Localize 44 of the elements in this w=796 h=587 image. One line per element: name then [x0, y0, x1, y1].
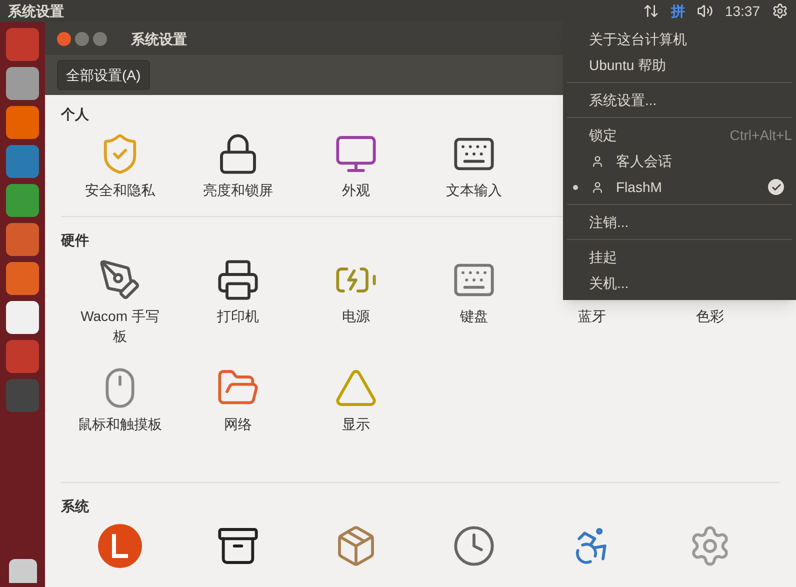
- launcher-app-icon[interactable]: [6, 67, 39, 100]
- menu-item[interactable]: 挂起: [563, 244, 796, 270]
- launcher-app-icon[interactable]: [6, 301, 39, 334]
- settings-item-label[interactable]: Wacom 手写板: [75, 306, 165, 346]
- menu-item[interactable]: 关于这台计算机: [563, 26, 796, 52]
- user-menu-item[interactable]: FlashM: [616, 177, 662, 197]
- clock-icon: [452, 524, 496, 568]
- minimize-button[interactable]: [75, 32, 89, 46]
- settings-item-label[interactable]: 鼠标和触摸板: [75, 414, 165, 434]
- l-logo-icon: [98, 524, 142, 568]
- settings-item-label[interactable]: 安全和隐私: [75, 180, 165, 200]
- settings-item-label[interactable]: 外观: [311, 180, 401, 200]
- settings-item-label[interactable]: 亮度和锁屏: [193, 180, 283, 200]
- printer-icon: [216, 258, 260, 302]
- user-icon: [591, 154, 604, 168]
- section-title: 硬件: [61, 231, 89, 250]
- window-title: 系统设置: [131, 30, 187, 48]
- volume-icon[interactable]: [696, 3, 713, 19]
- menu-item[interactable]: 锁定: [589, 125, 617, 145]
- settings-item-label[interactable]: 打印机: [193, 306, 283, 326]
- settings-item-label[interactable]: 蓝牙: [547, 306, 637, 326]
- settings-item-label[interactable]: 文本输入: [429, 180, 519, 200]
- clock-text[interactable]: 13:37: [724, 1, 760, 21]
- maximize-button[interactable]: [93, 32, 107, 46]
- menu-item[interactable]: Ubuntu 帮助: [563, 52, 796, 78]
- network-icon[interactable]: [642, 3, 659, 19]
- power-gear-icon[interactable]: [772, 3, 788, 19]
- user-icon: [591, 180, 604, 194]
- shortcut-text: Ctrl+Alt+L: [730, 126, 792, 145]
- settings-item-label[interactable]: 色彩: [665, 306, 755, 326]
- section-title: 系统: [61, 497, 89, 516]
- app-title: 系统设置: [8, 2, 64, 21]
- settings-item-label[interactable]: 网络: [193, 414, 283, 434]
- settings-item-label[interactable]: 显示: [311, 414, 401, 434]
- menu-item[interactable]: 注销...: [563, 209, 796, 235]
- user-menu-item[interactable]: 客人会话: [616, 151, 672, 171]
- settings-item-label[interactable]: 键盘: [429, 306, 519, 326]
- close-button[interactable]: [57, 32, 71, 46]
- all-settings-button[interactable]: 全部设置(A): [57, 60, 150, 90]
- menu-item[interactable]: 关机...: [563, 270, 796, 296]
- settings-item-label[interactable]: 电源: [311, 306, 401, 326]
- menu-item[interactable]: 系统设置...: [563, 87, 796, 113]
- trash-icon[interactable]: [8, 559, 36, 583]
- section-title: 个人: [61, 105, 89, 124]
